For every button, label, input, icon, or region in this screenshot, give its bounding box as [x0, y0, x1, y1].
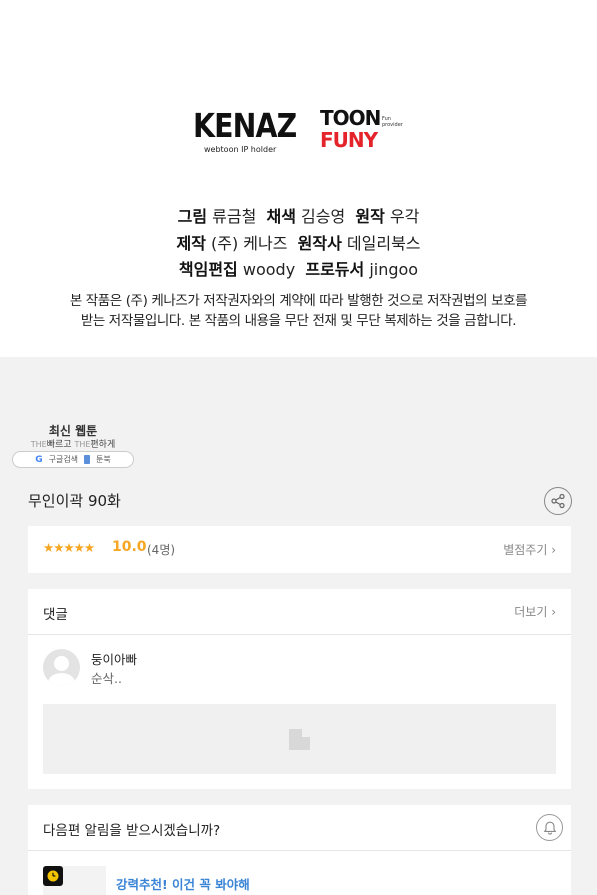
comments-header: 댓글 — [43, 607, 68, 623]
comment-text: 순삭.. — [91, 671, 122, 686]
rating-card: ★★★★★ 10.0 (4명) 별점주기 › — [28, 526, 571, 573]
credit-value-publisher: 데일리북스 — [346, 234, 421, 253]
rate-button[interactable]: 별점주기 › — [503, 541, 556, 558]
divider — [28, 850, 571, 851]
divider — [28, 634, 571, 635]
ad-placeholder[interactable] — [43, 704, 556, 774]
rating-count: (4명) — [147, 543, 176, 557]
notification-card: 다음편 알림을 받으시겠습니까? 강력추천! 이건 꼭 봐야해 — [28, 805, 571, 895]
rating-stars: ★★★★★ — [43, 540, 95, 555]
comment-author: 둥이아빠 — [91, 652, 138, 667]
notification-bell-button[interactable] — [536, 814, 563, 841]
rating-score: 10.0 — [112, 539, 147, 555]
share-button[interactable] — [544, 487, 572, 515]
credit-label-art: 그림 — [177, 207, 208, 226]
credit-value-art: 류금철 — [212, 207, 257, 226]
share-icon — [551, 493, 565, 509]
bell-icon — [543, 821, 556, 835]
copyright-line-2: 받는 저작물입니다. 본 작품의 내용을 무단 전재 및 무단 복제하는 것을 … — [80, 313, 517, 329]
credit-line-2: 제작 (주) 케나즈 원작사 데일리북스 — [0, 230, 597, 254]
credit-label-production: 제작 — [176, 234, 206, 253]
image-placeholder-icon — [289, 729, 310, 750]
credit-value-production: (주) 케나즈 — [211, 234, 288, 253]
episode-title: 무인이곽 90화 — [28, 492, 121, 510]
avatar-body-shape — [48, 673, 75, 686]
credit-value-color: 김승영 — [301, 207, 346, 226]
credit-value-original: 우각 — [389, 207, 420, 226]
credit-label-producer: 프로듀서 — [305, 260, 365, 279]
credit-label-publisher: 원작사 — [297, 234, 342, 253]
kenaz-logo-word: KENAZ — [193, 106, 297, 145]
kenaz-logo: KENAZ webtoon IP holder — [193, 106, 297, 156]
credit-value-editor: woody — [242, 260, 296, 279]
toonfuny-logo-bottom: FUNY — [320, 128, 378, 152]
toonbook-label: 툰북 — [96, 455, 111, 464]
badge-subtitle: THE빠르고 THE편하게 — [30, 440, 116, 450]
recommend-thumbnail[interactable] — [43, 866, 106, 895]
credit-line-1: 그림 류금철 채색 김승영 원작 우각 — [0, 203, 597, 227]
comments-card: 댓글 더보기 › 둥이아빠 순삭.. — [28, 589, 571, 789]
credit-value-producer: jingoo — [369, 260, 419, 279]
notification-question: 다음편 알림을 받으시겠습니까? — [43, 823, 221, 839]
kenaz-logo-subtitle: webtoon IP holder — [204, 145, 277, 154]
google-icon: G — [35, 454, 43, 465]
recommend-title-link[interactable]: 강력추천! 이건 꼭 봐야해 — [116, 874, 250, 893]
avatar-head-shape — [54, 656, 69, 671]
credit-label-color: 채색 — [266, 207, 296, 226]
credit-label-editor: 책임편집 — [178, 260, 238, 279]
latest-webtoon-badge[interactable]: 최신 웹툰 THE빠르고 THE편하게 G 구글검색 툰북 — [12, 420, 134, 468]
badge-search-pill[interactable]: G 구글검색 툰북 — [12, 451, 134, 468]
copyright-line-1: 본 작품은 (주) 케나즈가 저작권자와의 계약에 따라 발행한 것으로 저작권… — [69, 293, 528, 309]
toonbook-icon — [84, 455, 91, 464]
google-search-label: 구글검색 — [48, 455, 79, 464]
clock-icon — [43, 866, 63, 886]
comments-more-link[interactable]: 더보기 › — [514, 603, 556, 620]
toonfuny-tagline: Fun provider — [382, 116, 403, 128]
credit-label-original: 원작 — [355, 207, 385, 226]
credits-section: KENAZ webtoon IP holder TOON FUNY Fun pr… — [0, 0, 597, 357]
avatar — [43, 649, 80, 686]
credit-line-3: 책임편집 woody 프로듀서 jingoo — [0, 256, 597, 280]
toonfuny-logo: TOON FUNY Fun provider — [320, 108, 410, 154]
